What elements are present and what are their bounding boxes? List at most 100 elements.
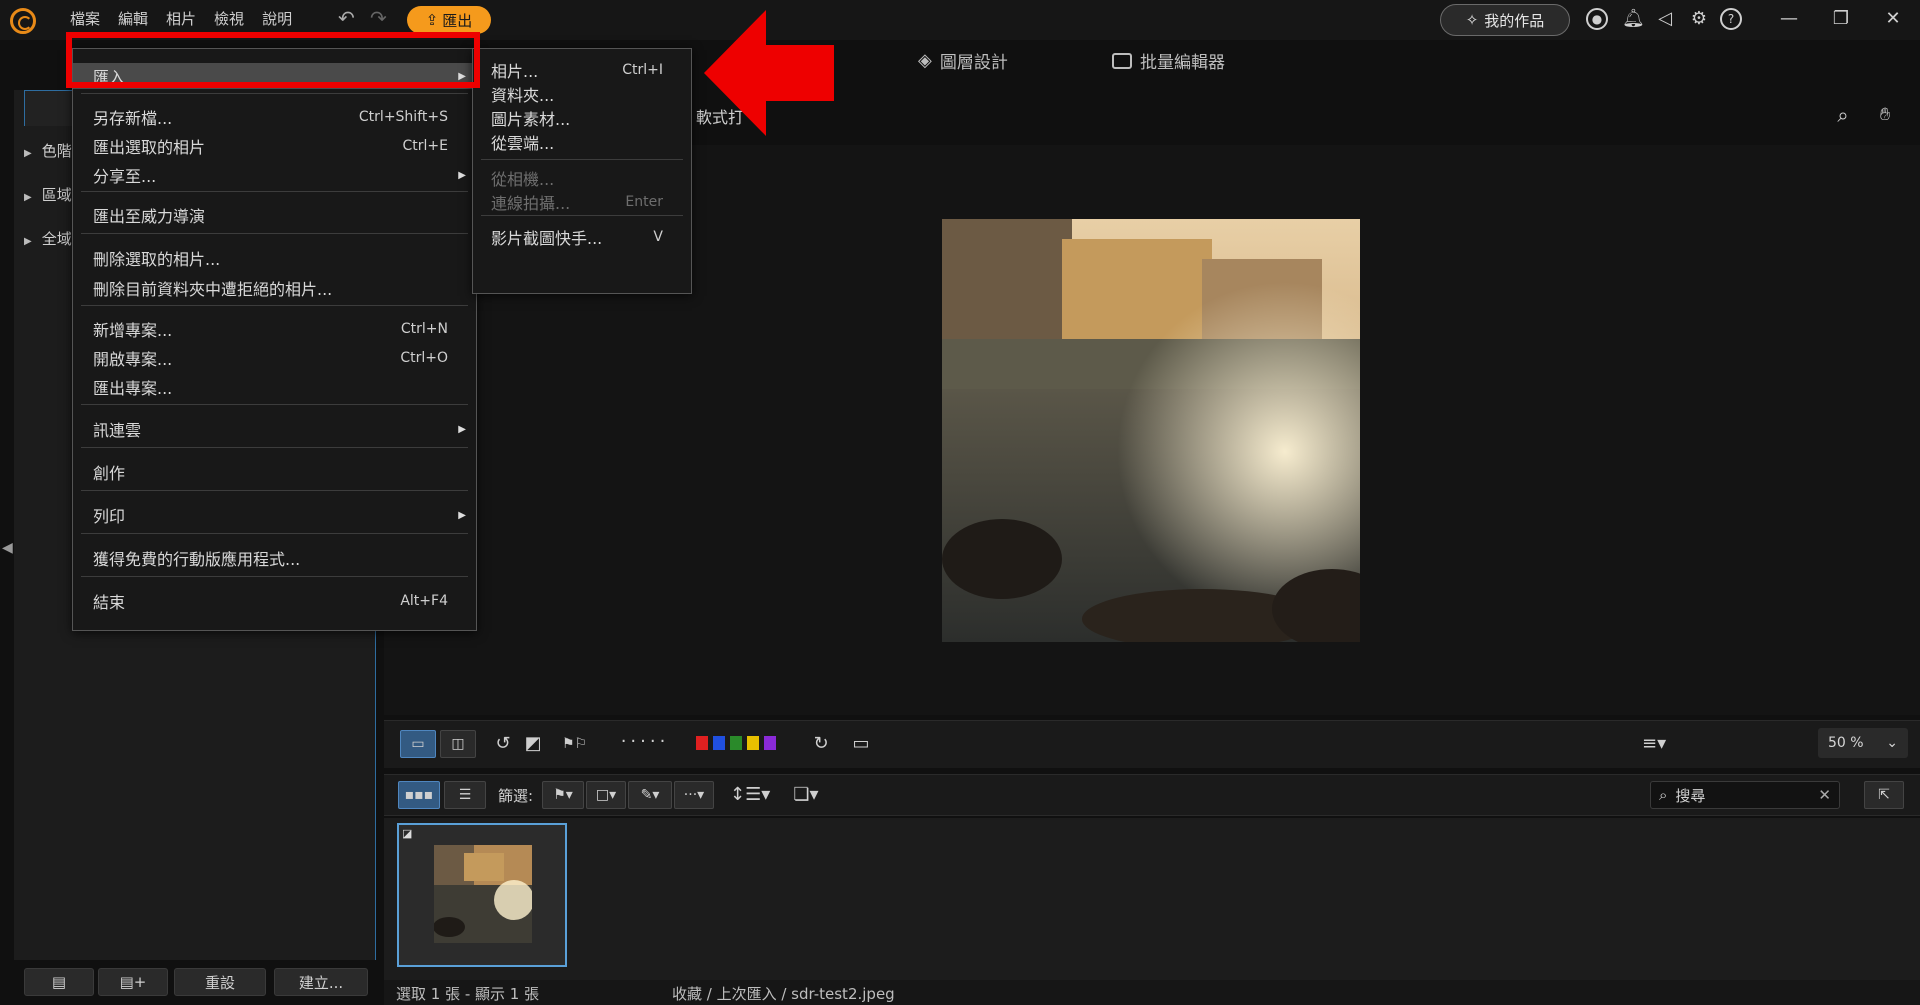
tab-batch-editor[interactable]: 批量編輯器: [1112, 48, 1225, 73]
menu-item-shortcut: Ctrl+E: [403, 138, 449, 154]
clear-search-icon[interactable]: ✕: [1818, 786, 1831, 804]
search-input[interactable]: 搜尋: [1675, 785, 1705, 806]
menu-item-new-project[interactable]: 新增專案...Ctrl+N: [73, 316, 476, 342]
menu-item-share-to[interactable]: 分享至...▶: [73, 162, 476, 188]
single-view-button[interactable]: ▭: [400, 730, 436, 758]
announcement-icon[interactable]: ◁: [1654, 8, 1676, 30]
color-label-red[interactable]: [696, 736, 708, 750]
soft-proof-icon[interactable]: ▭: [850, 733, 872, 755]
menu-bar: 檔案 編輯 相片 檢視 說明: [70, 8, 292, 29]
main-photo: [942, 219, 1360, 642]
color-label-blue[interactable]: [713, 736, 725, 750]
reset-button[interactable]: 重設: [174, 968, 266, 996]
rotate-icon[interactable]: ↻: [810, 733, 832, 755]
export-label: 匯出: [442, 10, 472, 31]
gear-icon[interactable]: ⚙: [1688, 8, 1710, 30]
menu-separator: [81, 93, 468, 94]
layers-icon: ◈: [918, 50, 932, 71]
menu-item-label: 匯出專案...: [93, 375, 172, 399]
minimize-icon[interactable]: —: [1778, 8, 1800, 30]
filter-flag-button[interactable]: ⚑▾: [542, 781, 584, 809]
menu-view[interactable]: 檢視: [214, 8, 244, 29]
submenu-item-video-screenshot[interactable]: 影片截圖快手... V: [473, 224, 691, 250]
color-label-yellow[interactable]: [747, 736, 759, 750]
section-levels[interactable]: 色階: [24, 140, 72, 161]
menu-item-label: 匯出至威力導演: [93, 203, 205, 227]
mask-icon[interactable]: ◩: [522, 733, 544, 755]
photo-thumbnail[interactable]: ◪: [397, 823, 567, 967]
history-icon[interactable]: ↺: [492, 733, 514, 755]
submenu-item-shortcut: V: [653, 229, 663, 245]
submenu-item-folder[interactable]: 資料夾...: [473, 81, 691, 107]
popout-icon[interactable]: ⇱: [1864, 781, 1904, 809]
menu-help[interactable]: 說明: [262, 8, 292, 29]
menu-separator: [81, 533, 468, 534]
color-label-purple[interactable]: [764, 736, 776, 750]
menu-item-cyberlink-cloud[interactable]: 訊連雲▶: [73, 416, 476, 442]
menu-item-get-mobile-app[interactable]: 獲得免費的行動版應用程式...: [73, 545, 476, 571]
submenu-item-label: 影片截圖快手...: [491, 225, 602, 249]
compare-view-button[interactable]: ◫: [440, 730, 476, 758]
section-global[interactable]: 全域: [24, 228, 72, 249]
menu-separator: [81, 447, 468, 448]
menu-edit[interactable]: 編輯: [118, 8, 148, 29]
submenu-arrow-icon: ▶: [458, 170, 466, 181]
menu-item-export-to-powerdirector[interactable]: 匯出至威力導演: [73, 202, 476, 228]
preset-icon-button[interactable]: ▤: [24, 968, 94, 996]
rating-dots[interactable]: ·····: [610, 731, 680, 753]
menu-separator: [81, 305, 468, 306]
undo-icon[interactable]: ↶: [338, 6, 355, 30]
red-arrow-pointer: [704, 10, 834, 136]
tab-layer-design[interactable]: ◈ 圖層設計: [918, 48, 1008, 73]
color-label-green[interactable]: [730, 736, 742, 750]
menu-item-print[interactable]: 列印▶: [73, 502, 476, 528]
menu-photo[interactable]: 相片: [166, 8, 196, 29]
my-works-label: 我的作品: [1484, 10, 1544, 31]
menu-item-label: 列印: [93, 503, 125, 527]
export-button[interactable]: ⇪ 匯出: [407, 6, 491, 34]
search-box[interactable]: ⌕ 搜尋 ✕: [1650, 781, 1840, 809]
redo-icon[interactable]: ↷: [370, 6, 387, 30]
hand-tool-icon[interactable]: ✋︎: [1874, 104, 1896, 126]
menu-item-create[interactable]: 創作: [73, 459, 476, 485]
help-icon[interactable]: ?: [1720, 8, 1742, 30]
filter-edit-button[interactable]: ✎▾: [628, 781, 672, 809]
sort-icon[interactable]: ↕☰▾: [730, 784, 770, 806]
my-works-button[interactable]: ✧ 我的作品: [1440, 4, 1570, 36]
stack-icon[interactable]: ❏▾: [790, 784, 822, 806]
collapse-left-icon[interactable]: ◀: [2, 540, 13, 556]
menu-item-shortcut: Alt+F4: [400, 593, 448, 609]
menu-item-save-as[interactable]: 另存新檔...Ctrl+Shift+S: [73, 104, 476, 130]
filter-label: 篩選:: [498, 785, 533, 806]
section-regional[interactable]: 區域: [24, 184, 72, 205]
filter-label-button[interactable]: □▾: [586, 781, 626, 809]
menu-file[interactable]: 檔案: [70, 8, 100, 29]
flag-icon[interactable]: ⚑⚐: [562, 733, 584, 755]
submenu-item-image-assets[interactable]: 圖片素材...: [473, 105, 691, 131]
submenu-item-photos[interactable]: 相片...Ctrl+I: [473, 57, 691, 83]
display-options-icon[interactable]: ≡▾: [1642, 733, 1664, 755]
create-button[interactable]: 建立...: [274, 968, 368, 996]
close-icon[interactable]: ✕: [1882, 8, 1904, 30]
menu-separator: [81, 233, 468, 234]
list-view-button[interactable]: ☰: [444, 781, 486, 809]
menu-item-open-project[interactable]: 開啟專案...Ctrl+O: [73, 345, 476, 371]
filmstrip-view-button[interactable]: ▪▪▪: [398, 781, 440, 809]
restore-icon[interactable]: ❐: [1830, 8, 1852, 30]
menu-item-export-selected[interactable]: 匯出選取的相片Ctrl+E: [73, 133, 476, 159]
search-icon[interactable]: ⌕: [1832, 104, 1854, 126]
filter-rating-button[interactable]: ···▾: [674, 781, 714, 809]
account-icon[interactable]: ●: [1586, 8, 1608, 30]
menu-item-delete-selected[interactable]: 刪除選取的相片...: [73, 245, 476, 271]
menu-item-label: 另存新檔...: [93, 105, 172, 129]
tab-layer-design-label: 圖層設計: [940, 48, 1008, 73]
menu-item-delete-rejected[interactable]: 刪除目前資料夾中遭拒絕的相片...: [73, 275, 476, 301]
add-preset-icon-button[interactable]: ▤+: [98, 968, 168, 996]
import-submenu: 相片...Ctrl+I資料夾...圖片素材...從雲端...從相機...連線拍攝…: [472, 48, 692, 294]
zoom-select[interactable]: 50 % ⌄: [1818, 728, 1908, 758]
submenu-item-from-cloud[interactable]: 從雲端...: [473, 129, 691, 155]
bell-icon[interactable]: 🔔︎: [1622, 8, 1644, 30]
chevron-down-icon: ⌄: [1886, 735, 1898, 751]
menu-item-export-project[interactable]: 匯出專案...: [73, 374, 476, 400]
menu-item-exit[interactable]: 結束Alt+F4: [73, 588, 476, 614]
